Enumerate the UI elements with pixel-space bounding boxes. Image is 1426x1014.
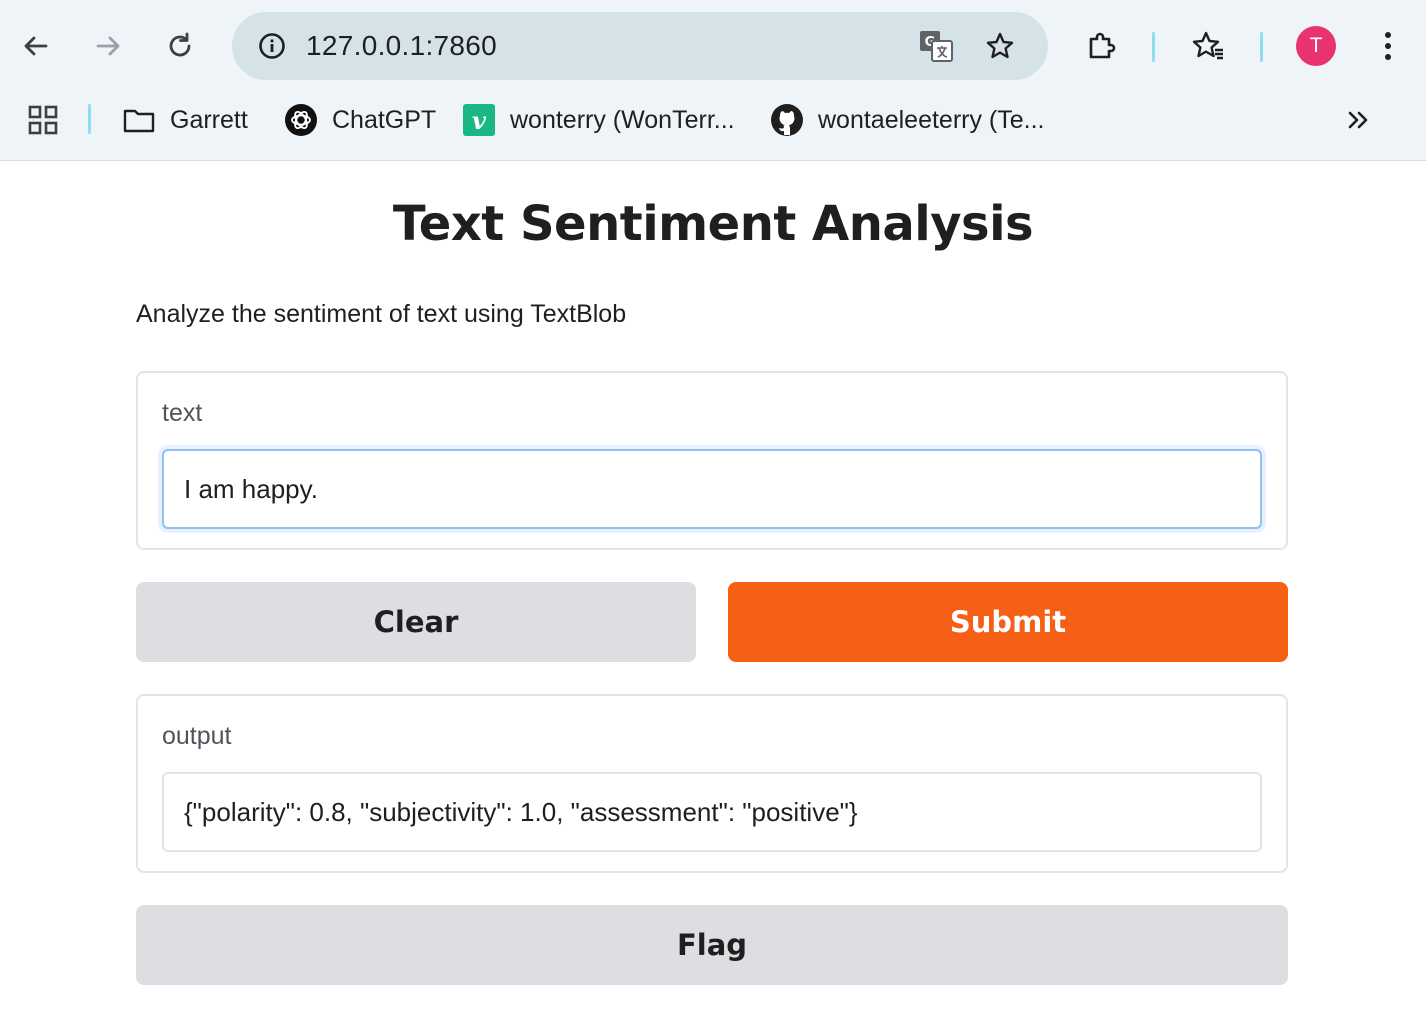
toolbar-divider [1152, 32, 1155, 62]
back-button[interactable] [12, 22, 60, 70]
bookmark-label: wontaeleeterry (Te... [818, 105, 1045, 134]
profile-avatar[interactable]: T [1296, 26, 1336, 66]
clear-button[interactable]: Clear [136, 582, 696, 662]
page-title: Text Sentiment Analysis [392, 196, 1034, 252]
svg-text:v: v [472, 106, 487, 135]
bookmark-label: ChatGPT [332, 105, 437, 134]
submit-button[interactable]: Submit [728, 582, 1288, 662]
arrow-right-icon [96, 36, 120, 56]
site-info-button[interactable] [248, 22, 296, 70]
chatgpt-icon [284, 103, 318, 137]
info-icon [259, 33, 285, 59]
extensions-button[interactable] [1078, 22, 1126, 70]
puzzle-icon [1089, 32, 1116, 59]
url-text[interactable]: 127.0.0.1:7860 [306, 12, 497, 80]
input-block: text [136, 371, 1288, 550]
translate-icon: G [920, 31, 953, 62]
bookmark-garrett[interactable]: Garrett [122, 98, 248, 142]
double-chevron-right-icon [1348, 111, 1368, 129]
bookmark-star-button[interactable] [978, 24, 1022, 68]
text-input[interactable] [162, 449, 1262, 529]
output-block: output {"polarity": 0.8, "subjectivity":… [136, 694, 1288, 873]
apps-button[interactable] [26, 98, 60, 142]
bookmark-wonterry[interactable]: v wonterry (WonTerr... [462, 98, 735, 142]
bookmarks-bar: Garrett ChatGPT v wonterry (WonTerr... w… [0, 92, 1426, 148]
bookmark-label: Garrett [170, 105, 248, 134]
app-description: Analyze the sentiment of text using Text… [136, 300, 627, 328]
kebab-menu-icon [1385, 32, 1391, 60]
browser-toolbar: 127.0.0.1:7860 G T [0, 0, 1426, 92]
bookmark-wontaeleeterry[interactable]: wontaeleeterry (Te... [770, 98, 1045, 142]
folder-icon [122, 103, 156, 137]
address-bar[interactable]: 127.0.0.1:7860 G [232, 12, 1048, 80]
toolbar-divider [1260, 32, 1263, 62]
reload-button[interactable] [156, 22, 204, 70]
star-icon [986, 32, 1014, 59]
translate-button[interactable]: G [914, 24, 958, 68]
github-icon [770, 103, 804, 137]
bookmark-label: wonterry (WonTerr... [510, 105, 735, 134]
more-bookmarks-button[interactable] [1342, 98, 1376, 142]
flag-button[interactable]: Flag [136, 905, 1288, 985]
bookmark-chatgpt[interactable]: ChatGPT [284, 98, 436, 142]
output-field[interactable]: {"polarity": 0.8, "subjectivity": 1.0, "… [162, 772, 1262, 852]
reading-list-button[interactable] [1184, 22, 1232, 70]
vimeo-icon: v [462, 103, 496, 137]
reload-icon [169, 32, 191, 57]
apps-grid-icon [28, 105, 58, 135]
input-label: text [162, 399, 203, 427]
star-list-icon [1192, 31, 1223, 60]
browser-chrome: 127.0.0.1:7860 G T Garrett ChatGPT v won… [0, 0, 1426, 161]
forward-button[interactable] [84, 22, 132, 70]
bookmarks-divider [88, 104, 91, 134]
output-label: output [162, 722, 232, 750]
arrow-left-icon [24, 36, 48, 56]
menu-button[interactable] [1364, 22, 1412, 70]
